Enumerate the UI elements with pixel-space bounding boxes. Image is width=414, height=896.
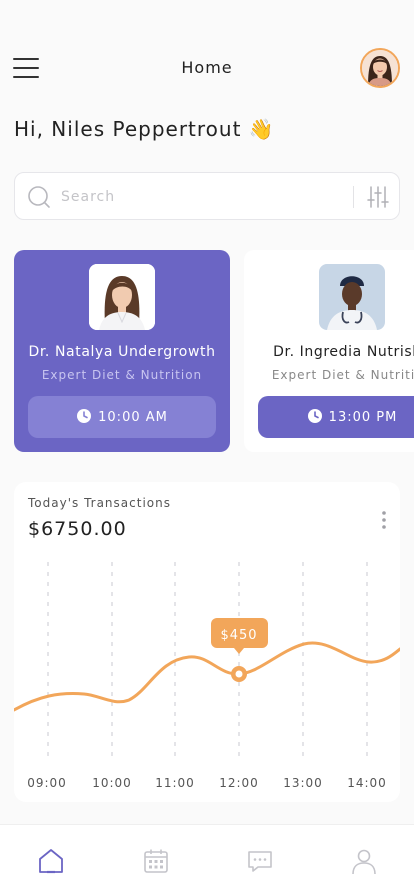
chart-tooltip: $450: [211, 618, 268, 654]
doctor-photo: [319, 264, 385, 330]
transactions-chart: $450 09:00 10:00 11:00 12:00 13:00 14:00: [14, 562, 400, 790]
doctor-carousel[interactable]: Dr. Natalya Undergrowth Expert Diet & Nu…: [0, 250, 414, 452]
clock-icon: [77, 409, 92, 423]
chart-tooltip-label: $450: [220, 628, 257, 643]
avatar-portrait-icon: [362, 50, 398, 86]
doctor-card[interactable]: Dr. Ingredia Nutrisha Expert Diet & Nutr…: [244, 250, 414, 452]
page-title: Home: [181, 58, 233, 77]
home-icon[interactable]: [37, 847, 65, 875]
calendar-icon[interactable]: [142, 847, 170, 875]
chart-series-line: [14, 641, 400, 712]
search-input[interactable]: [61, 183, 331, 211]
x-tick-label: 13:00: [283, 776, 323, 790]
app-header: Home: [0, 44, 414, 92]
greeting-text: Hi, Niles Peppertrout 👋: [14, 117, 275, 141]
doctor-photo: [89, 264, 155, 330]
search-icon: [28, 186, 50, 208]
doctor-specialty: Expert Diet & Nutrition: [41, 368, 203, 382]
search-divider: [353, 186, 354, 208]
doctor-card[interactable]: Dr. Natalya Undergrowth Expert Diet & Nu…: [14, 250, 230, 452]
doctor-portrait-icon: [89, 264, 155, 330]
messages-icon[interactable]: [246, 847, 274, 875]
clock-icon: [307, 409, 322, 423]
bottom-tab-bar: [0, 824, 414, 896]
appointment-time: 10:00 AM: [98, 410, 168, 425]
search-bar: [14, 172, 400, 220]
doctor-specialty: Expert Diet & Nutrition: [271, 368, 414, 382]
x-tick-label: 11:00: [155, 776, 195, 790]
doctor-portrait-icon: [319, 264, 385, 330]
x-tick-label: 10:00: [92, 776, 132, 790]
appointment-time-button[interactable]: 13:00 PM: [258, 396, 414, 438]
x-tick-label: 09:00: [27, 776, 67, 790]
chart-highlight-point-center: [235, 670, 243, 678]
doctor-name: Dr. Natalya Undergrowth: [28, 344, 216, 360]
doctor-name: Dr. Ingredia Nutrisha: [273, 344, 414, 360]
profile-icon[interactable]: [350, 847, 378, 875]
appointment-time: 13:00 PM: [328, 410, 398, 425]
filter-icon[interactable]: [366, 185, 390, 209]
x-tick-label: 14:00: [347, 776, 387, 790]
x-tick-label: 12:00: [219, 776, 259, 790]
transactions-card: Today's Transactions $6750.00 $450 09:00…: [14, 482, 400, 802]
appointment-time-button[interactable]: 10:00 AM: [28, 396, 216, 438]
chart-x-ticks: 09:00 10:00 11:00 12:00 13:00 14:00: [27, 776, 387, 790]
user-avatar[interactable]: [360, 48, 400, 88]
